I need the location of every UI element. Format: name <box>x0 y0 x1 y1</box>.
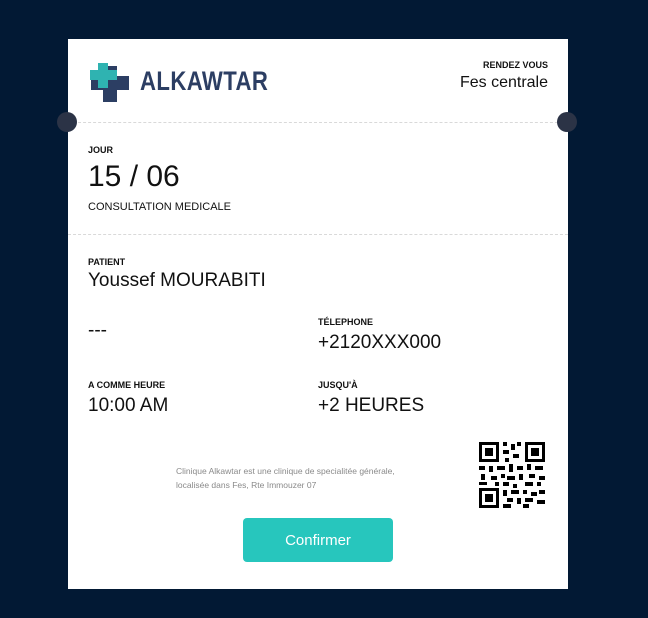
confirm-button[interactable]: Confirmer <box>243 518 393 562</box>
heure-label: A COMME HEURE <box>88 380 166 390</box>
medical-cross-icon <box>90 63 129 102</box>
consultation-type: CONSULTATION MEDICALE <box>88 201 232 213</box>
jusqu-label: JUSQU'À <box>318 380 358 390</box>
jour-label: JOUR <box>88 145 114 155</box>
ticket-notch-left <box>57 112 77 132</box>
patient-name: Youssef MOURABITI <box>88 270 266 291</box>
patient-label: PATIENT <box>88 257 126 267</box>
qr-code-icon <box>479 442 545 513</box>
clinic-info-line: localisée dans Fes, Rte Immouzer 07 <box>176 480 317 490</box>
telephone-label: TÉLEPHONE <box>318 317 374 327</box>
appointment-date: 15 / 06 <box>88 160 180 193</box>
appointment-ticket: ALKAWTAR RENDEZ VOUS Fes centrale JOUR 1… <box>68 39 568 589</box>
divider <box>68 234 568 235</box>
alkawtar-logo: ALKAWTAR <box>88 60 268 104</box>
rendezvous-location: Fes centrale <box>459 74 548 91</box>
heure-value: 10:00 AM <box>88 395 169 416</box>
patient-field-value: --- <box>88 320 107 341</box>
clinic-info-line: Clinique Alkawtar est une clinique de sp… <box>176 466 395 476</box>
divider <box>68 122 568 123</box>
jusqu-value: +2 HEURES <box>318 395 425 416</box>
ticket-notch-right <box>557 112 577 132</box>
rendezvous-label: RENDEZ VOUS <box>482 60 548 70</box>
telephone-value: +2120XXX000 <box>318 332 442 353</box>
clinic-info: Clinique Alkawtar est une clinique de sp… <box>176 464 446 492</box>
brand-name: ALKAWTAR <box>140 66 269 96</box>
